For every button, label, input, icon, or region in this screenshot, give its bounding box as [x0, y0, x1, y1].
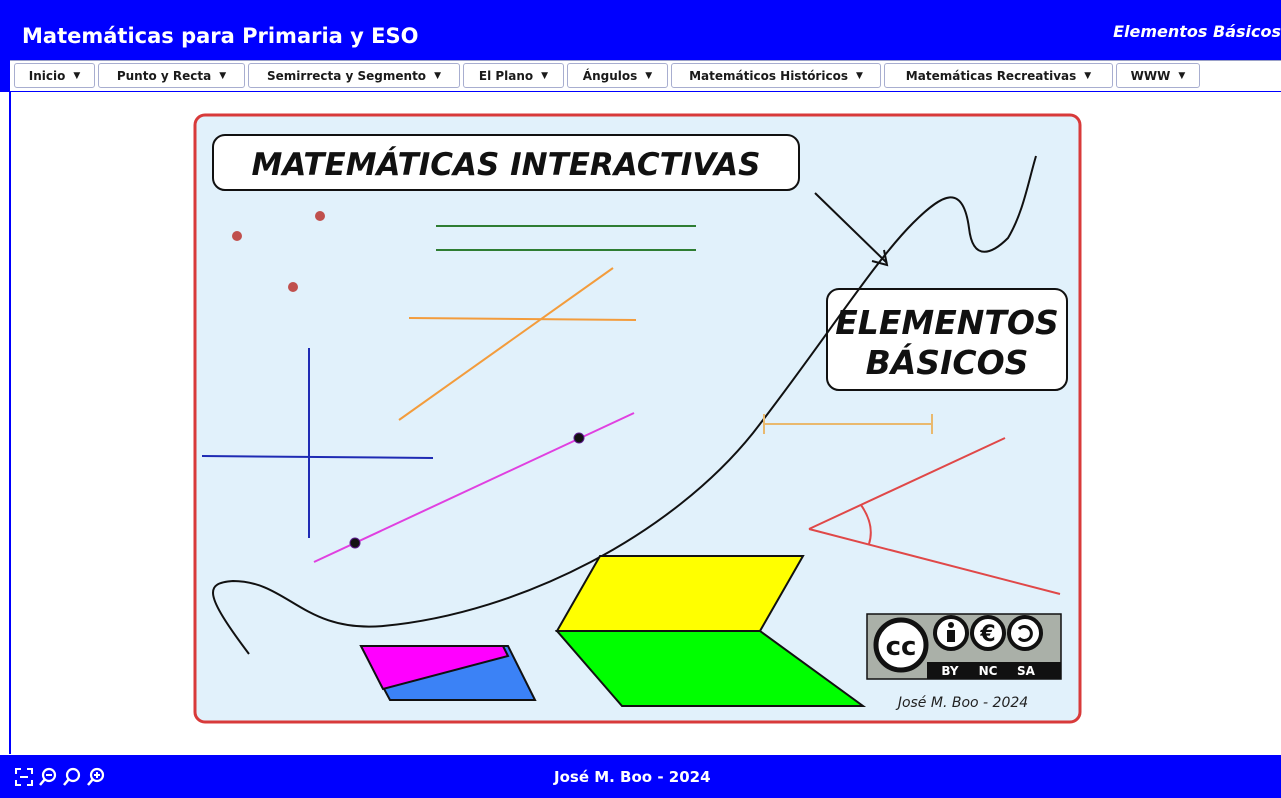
menu-label: Ángulos	[582, 68, 638, 83]
chevron-down-icon: ▼	[645, 70, 653, 81]
section-title: Elementos Básicos	[1113, 22, 1281, 41]
chevron-down-icon: ▼	[434, 70, 441, 81]
license-by: BY	[941, 664, 958, 678]
chevron-down-icon: ▼	[855, 70, 863, 81]
attribution-body	[947, 630, 955, 642]
chevron-down-icon: ▼	[73, 70, 81, 81]
menu-label: Punto y Recta	[116, 68, 212, 83]
zoom-reset-icon[interactable]	[62, 767, 82, 787]
menu-bar: Inicio ▼ Punto y Recta ▼ Semirrecta y Segm…	[10, 60, 1281, 91]
menu-matematicos-historicos[interactable]: Matemáticos Históricos ▼	[671, 63, 881, 88]
magenta-point-1	[349, 537, 361, 549]
app-title: Matemáticas para Primaria y ESO	[22, 24, 419, 48]
subtitle-line-2: BÁSICOS	[866, 342, 1029, 382]
menu-label: Inicio	[28, 68, 66, 83]
cover-canvas: MATEMÁTICAS INTERACTIVAS ELEMENTOS BÁSIC…	[193, 113, 1082, 724]
menu-inicio[interactable]: Inicio ▼	[14, 63, 95, 88]
point-2	[315, 211, 325, 221]
magenta-point-2	[573, 432, 585, 444]
menu-matematicas-recreativas[interactable]: Matemáticas Recreativas ▼	[884, 63, 1113, 88]
menu-label: Matemáticas Recreativas	[905, 68, 1077, 83]
menu-label: WWW	[1130, 68, 1171, 83]
zoom-out-icon[interactable]	[38, 767, 58, 787]
attribution-head	[948, 622, 954, 628]
point-1	[232, 231, 242, 241]
license-nc: NC	[979, 664, 998, 678]
yellow-parallelogram	[555, 555, 805, 632]
menu-punto-y-recta[interactable]: Punto y Recta ▼	[98, 63, 245, 88]
menu-label: El Plano	[478, 68, 534, 83]
canvas-credit: José M. Boo - 2024	[895, 695, 1028, 711]
chevron-down-icon: ▼	[1084, 70, 1092, 81]
share-alike-icon	[1007, 615, 1043, 651]
menu-label: Matemáticos Históricos	[689, 68, 848, 83]
app-footer: José M. Boo - 2024	[0, 755, 1281, 798]
menu-www[interactable]: WWW ▼	[1116, 63, 1200, 88]
menu-label: Semirrecta y Segmento	[267, 68, 427, 83]
menu-angulos[interactable]: Ángulos ▼	[567, 63, 668, 88]
cc-license-badge[interactable]: cc € BY NC SA	[866, 613, 1062, 680]
title-banner: MATEMÁTICAS INTERACTIVAS	[252, 147, 761, 183]
license-sa: SA	[1017, 664, 1036, 678]
subtitle-line-1: ELEMENTOS	[835, 303, 1058, 342]
footer-author: José M. Boo - 2024	[554, 768, 711, 786]
fullscreen-icon[interactable]	[14, 767, 34, 787]
chevron-down-icon: ▼	[219, 70, 227, 81]
point-3	[288, 282, 298, 292]
chevron-down-icon: ▼	[541, 70, 549, 81]
non-commercial-symbol: €	[979, 622, 995, 647]
zoom-in-icon[interactable]	[86, 767, 106, 787]
app-header: Matemáticas para Primaria y ESO Elemento…	[0, 0, 1281, 92]
left-border	[9, 92, 11, 754]
menu-semirrecta-y-segmento[interactable]: Semirrecta y Segmento ▼	[248, 63, 460, 88]
cc-label: cc	[886, 632, 917, 662]
chevron-down-icon: ▼	[1178, 70, 1186, 81]
menu-el-plano[interactable]: El Plano ▼	[463, 63, 564, 88]
